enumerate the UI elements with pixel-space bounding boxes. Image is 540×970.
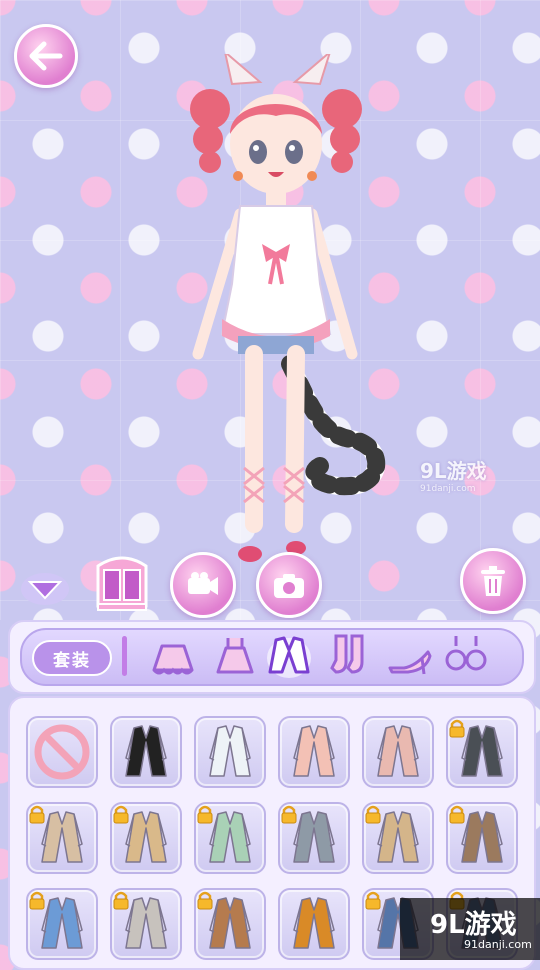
item-plaid-blazer[interactable] [278,802,350,874]
trash-icon [481,566,505,596]
item-white-cardigan[interactable] [194,716,266,788]
item-brown-long-coat[interactable] [194,888,266,960]
dress-icon[interactable] [212,632,258,680]
lock-icon [365,805,381,824]
pink-coat-icon [293,725,335,777]
high-heel-icon[interactable] [386,632,432,680]
lock-icon [197,805,213,824]
back-button[interactable] [14,24,78,88]
earrings-icon[interactable] [444,632,490,680]
item-pink-blazer[interactable] [362,716,434,788]
item-black-jacket[interactable] [110,716,182,788]
watermark-middle-logo: 9L游戏 [420,459,487,483]
striped-sweater-icon [293,897,335,949]
black-jacket-icon [125,725,167,777]
lock-icon [29,891,45,910]
character-avatar [190,54,386,562]
lock-icon [449,805,465,824]
lock-icon [197,891,213,910]
socks-icon[interactable] [328,632,374,680]
outfit-tab[interactable]: 套装 [32,640,112,676]
item-tan-blazer[interactable] [362,802,434,874]
jacket-icon[interactable] [266,632,312,680]
watermark-middle: 9L游戏 91danji.com [420,455,487,494]
trash-button[interactable] [460,548,526,614]
lock-icon [29,805,45,824]
item-beige-trench[interactable] [26,802,98,874]
camera-button[interactable] [256,552,322,618]
skirt-icon[interactable] [150,632,196,680]
white-cardigan-icon [209,725,251,777]
item-none-icon[interactable] [26,716,98,788]
item-brown-coat[interactable] [446,802,518,874]
category-divider [122,636,127,676]
item-dark-trench[interactable] [446,716,518,788]
collapse-triangle-icon[interactable] [20,572,70,606]
lock-icon [281,805,297,824]
watermark-corner-logo: 9L游戏 [430,910,517,940]
item-grey-vest[interactable] [110,888,182,960]
watermark-middle-url: 91danji.com [420,484,476,494]
lock-icon [449,719,465,738]
video-camera-icon [188,572,218,595]
camera-icon [274,574,304,598]
watermark-corner: 9L游戏 91danji.com [400,898,540,960]
item-pink-coat[interactable] [278,716,350,788]
watermark-corner-url: 91danji.com [464,938,532,951]
item-striped-sweater[interactable] [278,888,350,960]
item-khaki-jacket[interactable] [110,802,182,874]
lock-icon [113,805,129,824]
lock-icon [113,891,129,910]
video-record-button[interactable] [170,552,236,618]
none-icon [34,724,90,780]
wardrobe-icon[interactable] [90,548,154,614]
item-green-cardigan[interactable] [194,802,266,874]
item-blue-cape[interactable] [26,888,98,960]
lock-icon [365,891,381,910]
pink-blazer-icon [377,725,419,777]
back-arrow-icon [29,41,63,71]
